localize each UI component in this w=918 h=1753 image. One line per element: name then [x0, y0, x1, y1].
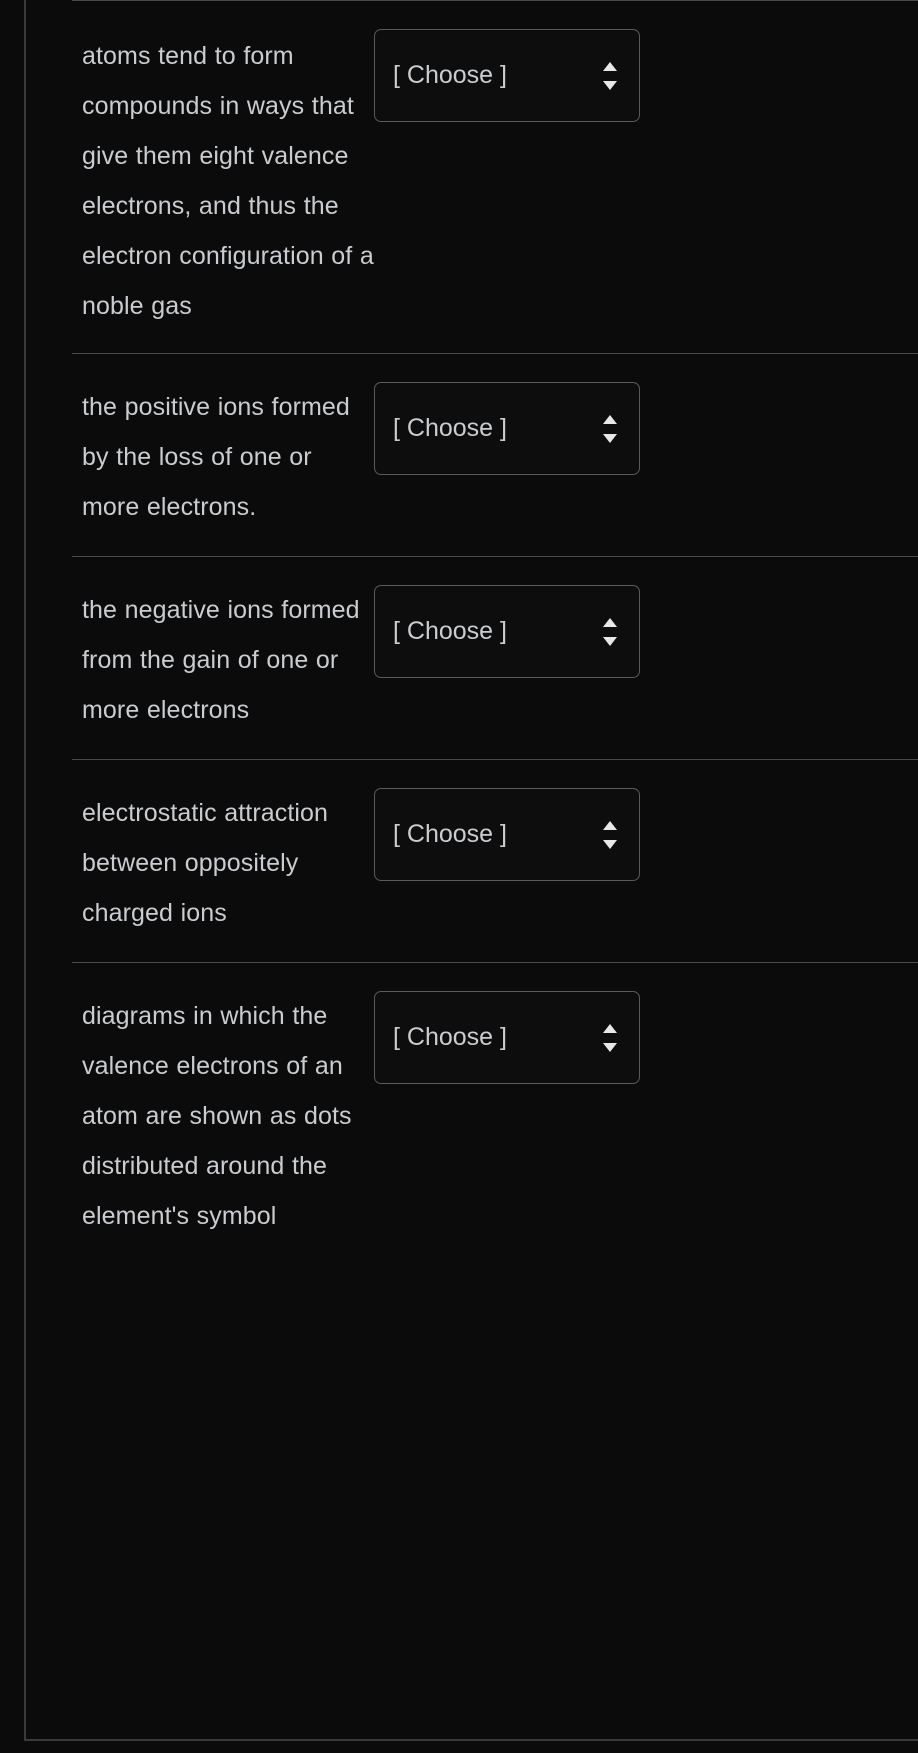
chevron-up-down-icon [599, 59, 621, 93]
answer-select-value: [ Choose ] [393, 61, 507, 89]
question-container: atoms tend to form compounds in ways tha… [24, 0, 918, 1741]
prompt-text: atoms tend to form compounds in ways tha… [82, 42, 374, 320]
chevron-up-down-icon [599, 1021, 621, 1055]
answer-select[interactable]: [ Choose ] [374, 585, 640, 678]
answer-select-wrapper[interactable]: [ Choose ] [374, 382, 640, 475]
matching-row: the positive ions formed by the loss of … [72, 353, 918, 556]
answer-select-value: [ Choose ] [393, 414, 507, 442]
matching-row-inner: atoms tend to form compounds in ways tha… [72, 1, 918, 353]
matching-row-inner: the negative ions formed from the gain o… [72, 557, 918, 759]
prompt-text: the positive ions formed by the loss of … [82, 393, 350, 521]
answer-select-wrapper[interactable]: [ Choose ] [374, 991, 640, 1084]
answer-select[interactable]: [ Choose ] [374, 788, 640, 881]
matching-row: the negative ions formed from the gain o… [72, 556, 918, 759]
answer-select-wrapper[interactable]: [ Choose ] [374, 29, 640, 122]
matching-row-inner: diagrams in which the valence electrons … [72, 963, 918, 1319]
matching-row: diagrams in which the valence electrons … [72, 962, 918, 1319]
prompt-text: electrostatic attraction between opposit… [82, 799, 329, 927]
matching-row-inner: electrostatic attraction between opposit… [72, 760, 918, 962]
answer-select-value: [ Choose ] [393, 617, 507, 645]
answer-select[interactable]: [ Choose ] [374, 29, 640, 122]
prompt-text: diagrams in which the valence electrons … [82, 1002, 352, 1230]
answer-select[interactable]: [ Choose ] [374, 382, 640, 475]
answer-select-wrapper[interactable]: [ Choose ] [374, 585, 640, 678]
chevron-up-down-icon [599, 615, 621, 649]
answer-select[interactable]: [ Choose ] [374, 991, 640, 1084]
page-root: atoms tend to form compounds in ways tha… [0, 0, 918, 1753]
matching-row: electrostatic attraction between opposit… [72, 759, 918, 962]
answer-select-wrapper[interactable]: [ Choose ] [374, 788, 640, 881]
answer-select-value: [ Choose ] [393, 820, 507, 848]
matching-row: atoms tend to form compounds in ways tha… [72, 0, 918, 353]
chevron-up-down-icon [599, 412, 621, 446]
matching-answers-list: atoms tend to form compounds in ways tha… [72, 0, 918, 1319]
chevron-up-down-icon [599, 818, 621, 852]
prompt-text: the negative ions formed from the gain o… [82, 596, 360, 724]
answer-select-value: [ Choose ] [393, 1023, 507, 1051]
matching-row-inner: the positive ions formed by the loss of … [72, 354, 918, 556]
